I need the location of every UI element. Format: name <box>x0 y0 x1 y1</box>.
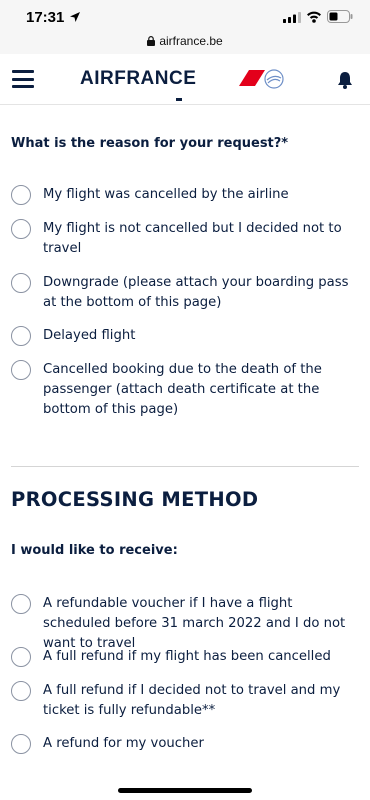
option-label: My flight is not cancelled but I decided… <box>43 221 342 256</box>
option-label: Downgrade (please attach your boarding p… <box>43 275 349 310</box>
radio-button[interactable] <box>11 681 31 701</box>
radio-button[interactable] <box>11 326 31 346</box>
option-label: Delayed flight <box>43 328 136 343</box>
skyteam-logo-icon <box>264 69 284 89</box>
status-time: 17:31 <box>26 9 65 26</box>
processing-method-title: PROCESSING METHOD <box>11 488 259 511</box>
option-label: My flight was cancelled by the airline <box>43 187 289 202</box>
radio-button[interactable] <box>11 219 31 239</box>
radio-button[interactable] <box>11 594 31 614</box>
receive-question: I would like to receive: <box>11 543 178 558</box>
airfrance-logo[interactable]: AIRFRANCE <box>80 68 265 90</box>
battery-icon <box>327 10 353 23</box>
radio-button[interactable] <box>11 734 31 754</box>
section-divider <box>11 466 359 467</box>
reason-question: What is the reason for your request?* <box>11 136 289 151</box>
home-indicator <box>118 788 252 793</box>
radio-button[interactable] <box>11 185 31 205</box>
bell-icon[interactable] <box>335 70 355 90</box>
status-bar: 17:31 <box>0 0 370 34</box>
option-label: A full refund if my flight has been canc… <box>43 649 331 664</box>
url-text[interactable]: airfrance.be <box>159 34 222 48</box>
option-label: A full refund if I decided not to travel… <box>43 683 341 718</box>
browser-url-bar[interactable]: airfrance.be <box>0 34 370 54</box>
lock-icon <box>147 36 156 46</box>
location-arrow-icon <box>70 12 80 22</box>
radio-button[interactable] <box>11 273 31 293</box>
radio-button[interactable] <box>11 360 31 380</box>
option-label: A refundable voucher if I have a flight … <box>43 596 346 651</box>
app-header: AIRFRANCE <box>0 54 370 105</box>
hamburger-menu-icon[interactable] <box>12 70 34 88</box>
wifi-icon <box>307 11 321 23</box>
radio-button[interactable] <box>11 647 31 667</box>
option-label: A refund for my voucher <box>43 736 204 751</box>
option-label: Cancelled booking due to the death of th… <box>43 362 322 417</box>
cellular-signal-icon <box>283 12 301 23</box>
scroll-cutoff-mark <box>176 98 182 101</box>
brand-name: AIRFRANCE <box>80 68 197 89</box>
